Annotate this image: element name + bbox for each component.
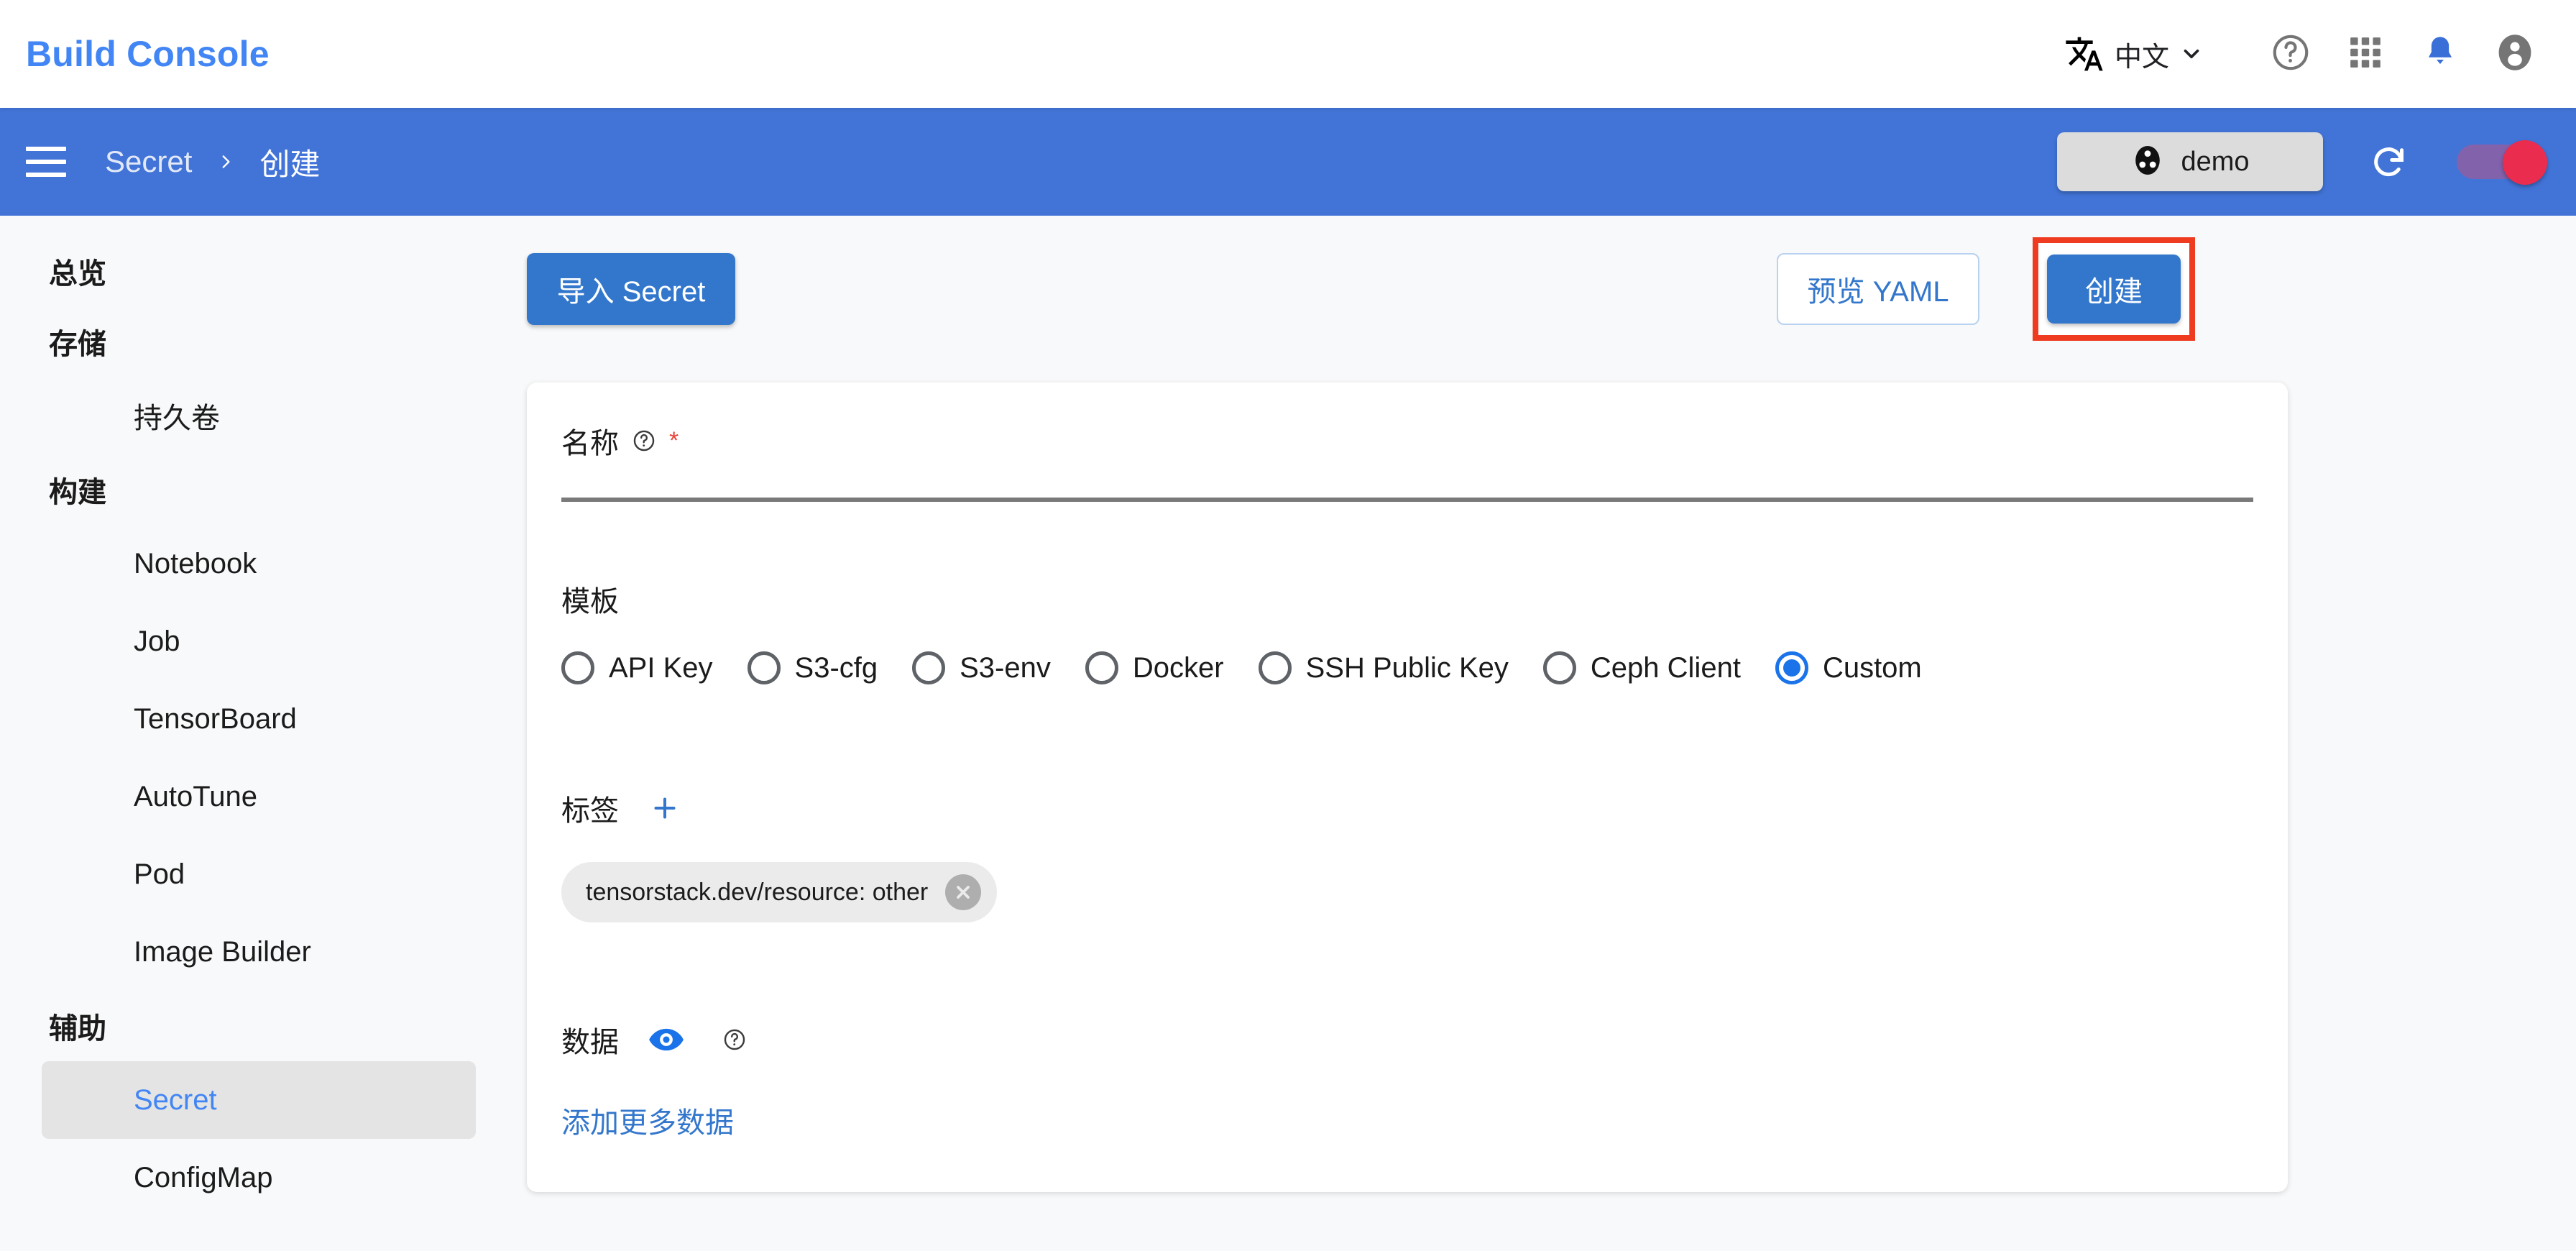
help-button[interactable]	[2270, 33, 2312, 75]
labels-field-group: 标签 tensorstack.dev/resource: other	[561, 787, 998, 922]
sidebar-item-autotune[interactable]: AutoTune	[42, 758, 476, 835]
sidebar-group-storage: 存储	[49, 329, 106, 360]
main-content: 导入 Secret 预览 YAML 创建 名称 * 模板 API Key S3-…	[503, 216, 2576, 1251]
template-option-docker[interactable]: Docker	[1085, 651, 1224, 684]
apps-grid-icon	[2347, 35, 2383, 74]
sidebar-nav: 总览 存储 持久卷 构建 Notebook Job TensorBoard Au…	[0, 216, 503, 1251]
hamburger-menu-icon[interactable]	[26, 147, 66, 177]
name-input[interactable]	[561, 498, 2253, 502]
data-field-group: 数据 添加更多数据	[561, 1019, 747, 1141]
sidebar-group-auxiliary: 辅助	[49, 1013, 106, 1045]
sidebar-item-job[interactable]: Job	[42, 602, 476, 680]
preview-yaml-button[interactable]: 预览 YAML	[1777, 253, 1979, 325]
notifications-button[interactable]	[2419, 33, 2461, 75]
sidebar-item-notebook[interactable]: Notebook	[42, 525, 476, 602]
refresh-button[interactable]	[2323, 140, 2411, 183]
sidebar-group-build: 构建	[49, 477, 106, 508]
template-option-ssh-public-key[interactable]: SSH Public Key	[1258, 651, 1509, 684]
breadcrumb-current: 创建	[259, 147, 321, 181]
sidebar-item-image-builder[interactable]: Image Builder	[42, 913, 476, 991]
account-avatar-icon	[2495, 32, 2535, 76]
namespace-label: demo	[2181, 146, 2250, 177]
plus-icon[interactable]	[632, 794, 679, 822]
label-chip[interactable]: tensorstack.dev/resource: other	[561, 862, 998, 922]
app-brand-title: Build Console	[26, 34, 270, 74]
data-label-row: 数据	[561, 1019, 747, 1060]
sidebar-item-pod[interactable]: Pod	[42, 835, 476, 913]
create-button[interactable]: 创建	[2047, 255, 2181, 324]
eye-icon[interactable]	[632, 1021, 685, 1058]
sidebar-item-persistent-volume[interactable]: 持久卷	[42, 377, 476, 454]
name-field-group: 名称 *	[561, 420, 2253, 502]
radio-icon	[1542, 651, 1576, 684]
name-label-row: 名称 *	[561, 420, 2253, 462]
namespace-selector[interactable]: demo	[2057, 132, 2323, 191]
required-marker: *	[669, 427, 679, 454]
sidebar-item-overview[interactable]: 总览	[0, 236, 503, 306]
template-option-label: Custom	[1822, 651, 1922, 684]
labels-label-row: 标签	[561, 787, 997, 829]
theme-toggle-switch[interactable]	[2457, 140, 2547, 185]
label-chip-text: tensorstack.dev/resource: other	[586, 878, 929, 906]
template-field-group: 模板 API Key S3-cfg S3-env Docker SSH Publ…	[561, 578, 1956, 684]
template-option-label: Ceph Client	[1590, 651, 1741, 684]
add-more-data-link[interactable]: 添加更多数据	[561, 1099, 747, 1141]
sidebar-item-secret[interactable]: Secret	[42, 1061, 476, 1139]
template-option-api-key[interactable]: API Key	[561, 651, 713, 684]
template-option-custom[interactable]: Custom	[1775, 651, 1922, 684]
secret-form-card: 名称 * 模板 API Key S3-cfg S3-env Docker SSH…	[527, 382, 2288, 1192]
breadcrumb-parent-link[interactable]: Secret	[105, 145, 192, 179]
page-toolbar: 导入 Secret 预览 YAML 创建	[503, 237, 2576, 341]
template-option-label: S3-cfg	[794, 651, 878, 684]
close-circle-icon[interactable]	[945, 874, 982, 910]
chevron-down-icon	[2179, 42, 2204, 66]
data-label: 数据	[561, 1027, 619, 1058]
sidebar-item-tensorboard[interactable]: TensorBoard	[42, 680, 476, 758]
breadcrumb-bar-actions: demo	[2057, 132, 2547, 191]
radio-icon	[912, 651, 946, 684]
radio-icon	[561, 651, 594, 684]
radio-icon	[1258, 651, 1292, 684]
help-circle-icon[interactable]	[722, 1027, 747, 1052]
radio-icon	[1085, 651, 1118, 684]
sidebar-item-configmap[interactable]: ConfigMap	[42, 1139, 476, 1216]
template-option-label: SSH Public Key	[1305, 651, 1509, 684]
help-circle-icon[interactable]	[632, 429, 656, 453]
create-button-highlight: 创建	[2033, 237, 2195, 341]
labels-label: 标签	[561, 795, 619, 827]
template-option-label: S3-env	[960, 651, 1051, 684]
project-icon	[2130, 143, 2165, 181]
app-bar-actions: 中文	[2064, 33, 2536, 75]
template-option-label: Docker	[1132, 651, 1224, 684]
template-label: 模板	[561, 586, 619, 618]
refresh-icon	[2374, 147, 2404, 177]
name-label: 名称	[561, 428, 619, 459]
template-option-ceph-client[interactable]: Ceph Client	[1542, 651, 1741, 684]
template-option-s3-cfg[interactable]: S3-cfg	[747, 651, 878, 684]
app-bar: Build Console 中文	[0, 0, 2576, 108]
template-radio-group: API Key S3-cfg S3-env Docker SSH Public …	[561, 651, 1956, 684]
notifications-bell-icon	[2421, 34, 2459, 75]
chevron-right-icon	[192, 147, 235, 177]
help-icon	[2270, 32, 2312, 77]
template-option-label: API Key	[609, 651, 713, 684]
language-selector[interactable]: 中文	[2064, 34, 2204, 74]
language-label: 中文	[2114, 42, 2169, 73]
account-button[interactable]	[2494, 33, 2536, 75]
import-secret-button[interactable]: 导入 Secret	[527, 253, 735, 325]
radio-icon	[747, 651, 781, 684]
toggle-thumb	[2503, 140, 2547, 185]
apps-button[interactable]	[2345, 33, 2386, 75]
translate-icon	[2064, 34, 2104, 74]
radio-checked-icon	[1775, 651, 1808, 684]
template-option-s3-env[interactable]: S3-env	[912, 651, 1051, 684]
breadcrumb-bar: Secret 创建 demo	[0, 108, 2576, 216]
